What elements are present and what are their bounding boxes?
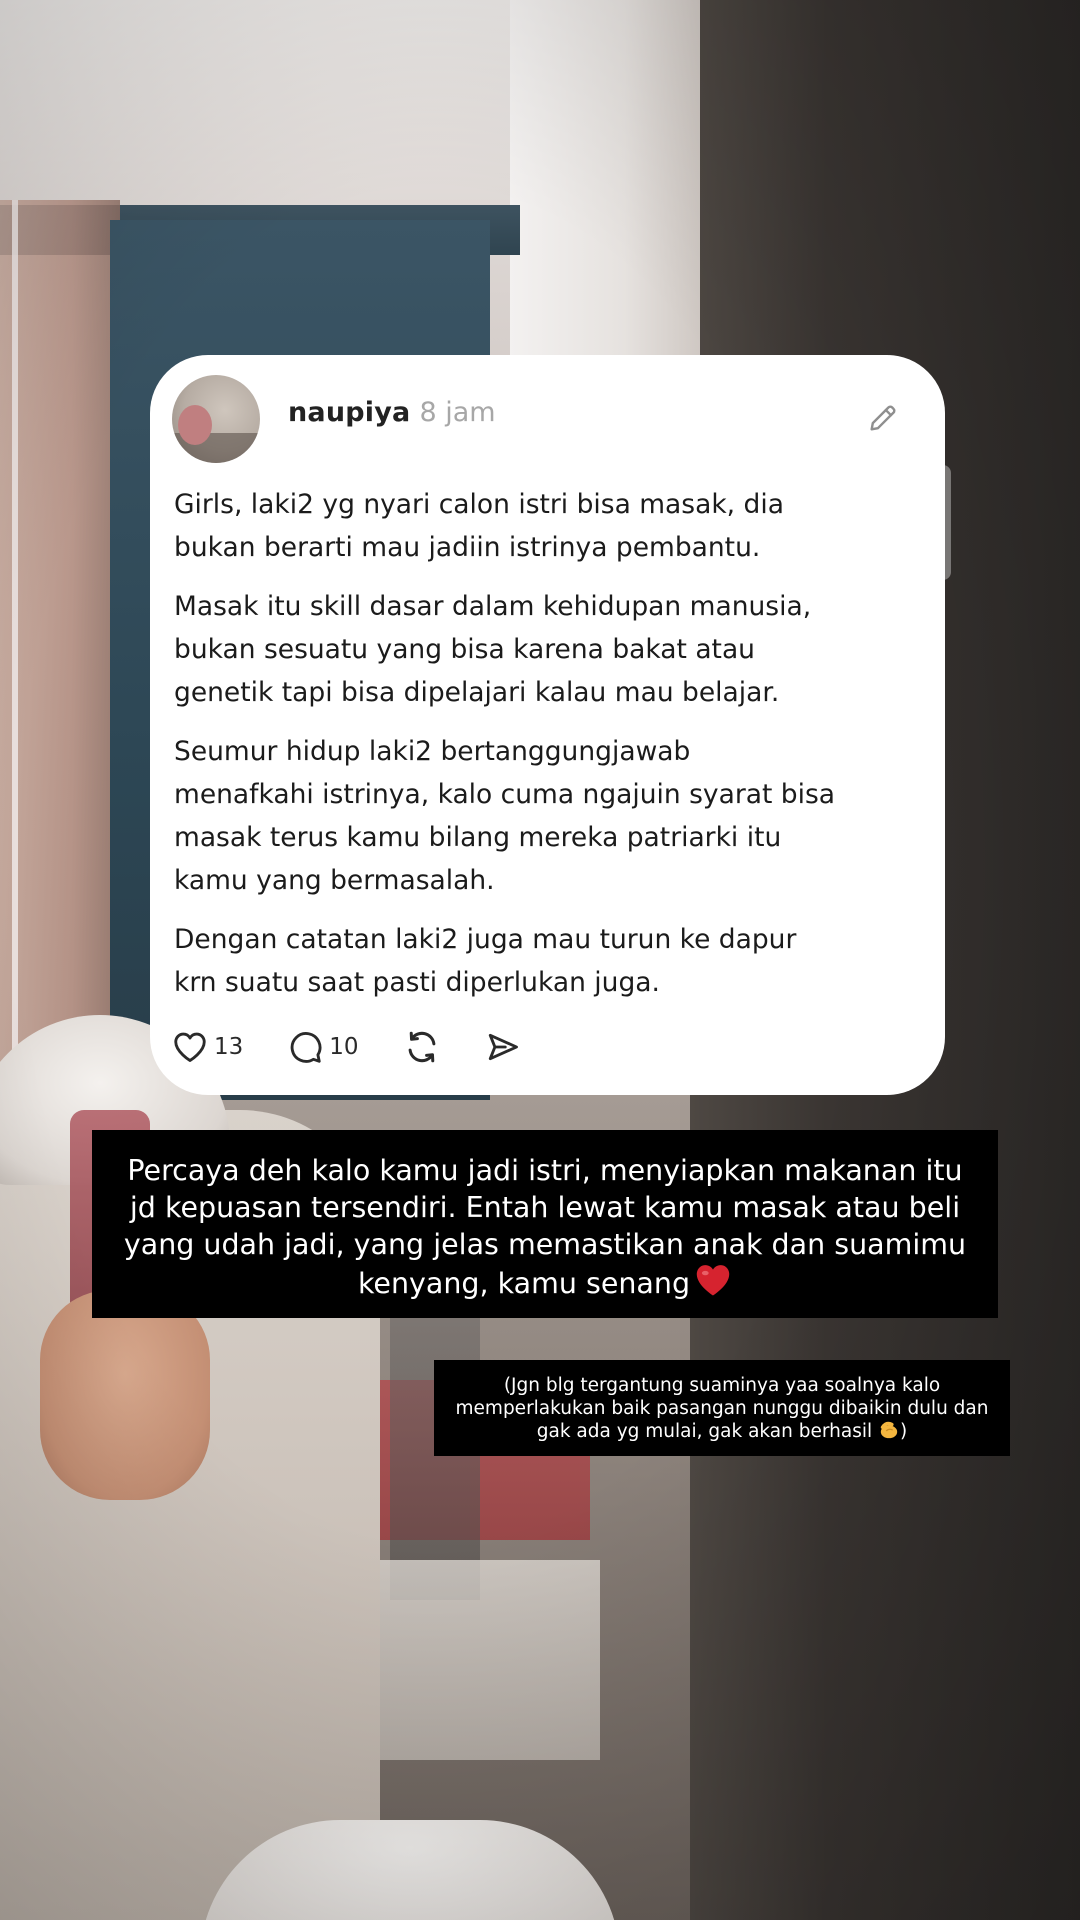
post-paragraph: Girls, laki2 yg nyari calon istri bisa m…: [174, 489, 784, 563]
send-icon: [488, 1033, 518, 1061]
red-heart-emoji: [696, 1265, 730, 1296]
repost-button[interactable]: [403, 1028, 441, 1066]
post-paragraph: Masak itu skill dasar dalam kehidupan ma…: [174, 591, 812, 708]
caption-main-text: Percaya deh kalo kamu jadi istri, menyia…: [123, 1154, 967, 1300]
like-count: 13: [214, 1034, 244, 1060]
caption-note-text: (Jgn blg tergantung suaminya yaa soalnya…: [455, 1375, 989, 1442]
post-paragraph: Dengan catatan laki2 juga mau turun ke d…: [174, 924, 797, 998]
avatar-face: [178, 405, 212, 445]
share-button[interactable]: [485, 1029, 521, 1065]
reply-button[interactable]: 10: [287, 1029, 359, 1065]
post-card[interactable]: naupiya 8 jam Girls, laki2 yg nyari calo…: [150, 355, 945, 1095]
post-actions: 13 10: [172, 1027, 565, 1067]
story-screen: naupiya 8 jam Girls, laki2 yg nyari calo…: [0, 0, 1080, 1920]
comment-icon: [290, 1032, 322, 1063]
caption-note: (Jgn blg tergantung suaminya yaa soalnya…: [434, 1360, 1010, 1456]
pinching-hand-emoji: [880, 1421, 898, 1439]
pencil-icon[interactable]: [866, 401, 900, 435]
repost-icon: [408, 1031, 435, 1063]
like-button[interactable]: 13: [172, 1030, 243, 1064]
caption-main: Percaya deh kalo kamu jadi istri, menyia…: [92, 1130, 998, 1318]
post-header: naupiya 8 jam: [288, 397, 496, 441]
heart-icon: [174, 1032, 206, 1062]
avatar[interactable]: [172, 375, 260, 463]
reply-count: 10: [329, 1034, 359, 1060]
post-time: 8 jam: [419, 397, 496, 428]
username[interactable]: naupiya: [288, 397, 410, 428]
caption-note-close: ): [900, 1421, 908, 1442]
post-text: Girls, laki2 yg nyari calon istri bisa m…: [174, 483, 914, 1020]
post-paragraph: Seumur hidup laki2 bertanggungjawab mena…: [174, 736, 836, 896]
